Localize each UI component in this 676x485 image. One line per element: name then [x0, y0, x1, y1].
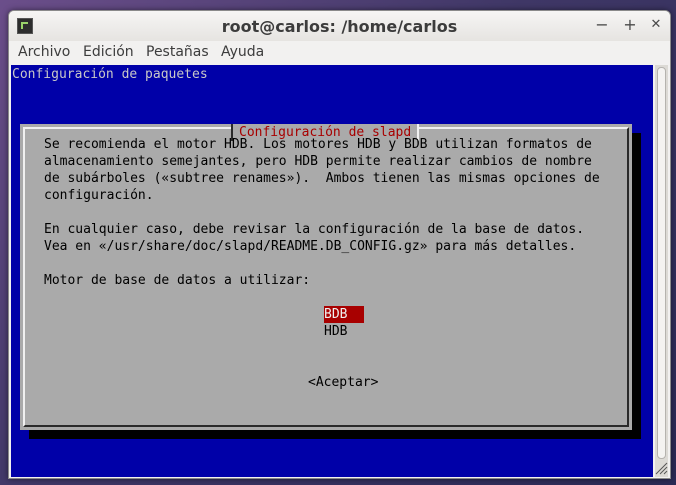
dialog-text-line: de subárboles («subtree renames»). Ambos…	[44, 171, 600, 186]
vertical-scrollbar[interactable]	[655, 65, 668, 477]
terminal-window: root@carlos: /home/carlos − + ✕ Archivo …	[8, 10, 671, 479]
close-icon[interactable]: ✕	[647, 16, 665, 34]
resize-grip-icon[interactable]	[654, 461, 668, 475]
option-bdb[interactable]: BDB	[324, 306, 364, 323]
menu-edicion[interactable]: Edición	[83, 44, 134, 60]
dialog-text-line: Se recomienda el motor HDB. Los motores …	[44, 137, 592, 152]
maximize-icon[interactable]: +	[621, 16, 639, 34]
option-hdb[interactable]: HDB	[324, 323, 364, 340]
menu-archivo[interactable]: Archivo	[18, 44, 70, 60]
db-engine-prompt: Motor de base de datos a utilizar:	[44, 273, 311, 288]
menu-pestanas[interactable]: Pestañas	[146, 44, 209, 60]
minimize-icon[interactable]: −	[593, 16, 611, 34]
dialog-text-line: En cualquier caso, debe revisar la confi…	[44, 222, 585, 237]
accept-button[interactable]: <Aceptar>	[308, 374, 378, 391]
scrollbar-thumb[interactable]	[657, 67, 666, 459]
menu-bar: Archivo Edición Pestañas Ayuda	[9, 41, 670, 63]
dialog-text-line: almacenamiento semejantes, pero HDB perm…	[44, 154, 592, 169]
slapd-config-dialog: Configuración de slapd Se recomienda el …	[20, 124, 632, 430]
dialog-text-line: Vea en «/usr/share/doc/slapd/README.DB_C…	[44, 239, 577, 254]
menu-ayuda[interactable]: Ayuda	[221, 44, 264, 60]
window-title: root@carlos: /home/carlos	[221, 17, 458, 36]
title-bar[interactable]: root@carlos: /home/carlos − + ✕	[9, 11, 670, 41]
dialog-text-line: configuración.	[44, 188, 154, 203]
terminal-area[interactable]: Configuración de paquetes Configuración …	[11, 65, 653, 477]
package-config-header: Configuración de paquetes	[12, 67, 208, 82]
